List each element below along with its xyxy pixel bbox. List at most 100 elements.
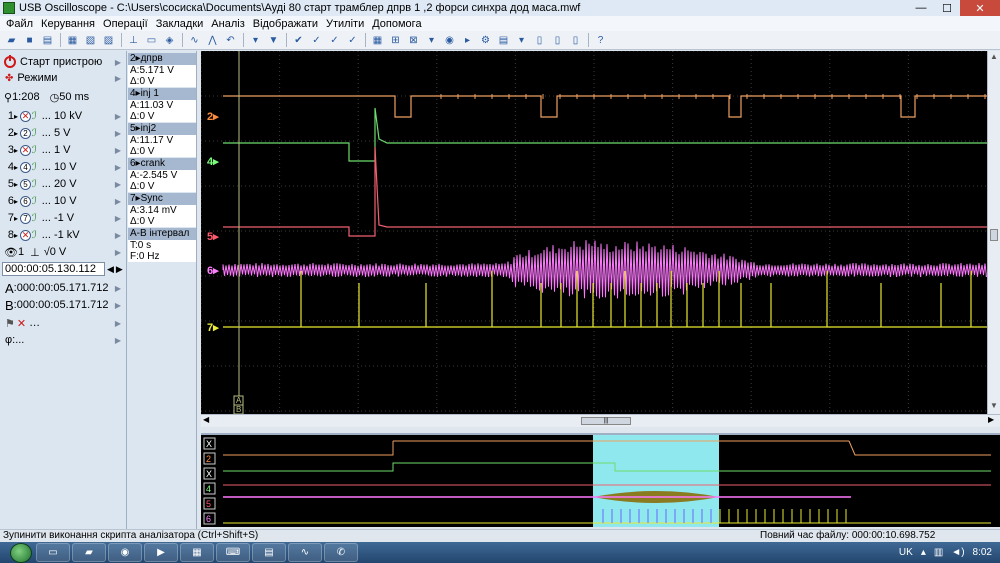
probe-icon[interactable]: ℐ [32, 162, 37, 173]
channel-row[interactable]: 6 ▸ 6 ℐ... 10 V ▶ [0, 193, 127, 209]
panel-right-icon[interactable]: ▯ [567, 33, 584, 48]
zoom-wave-icon[interactable]: ⋀ [204, 33, 221, 48]
maximize-button[interactable]: ☐ [934, 0, 960, 16]
zoom-value[interactable]: 1:208 [12, 91, 40, 103]
modes-button[interactable]: ✤ Режими ▶ [0, 70, 127, 86]
undo-icon[interactable]: ↶ [222, 33, 239, 48]
trigger-row[interactable]: 👁 1 ⊥ √ 0 V ▶ [0, 244, 127, 260]
probe-icon[interactable]: ℐ [32, 179, 37, 190]
menu-control[interactable]: Керування [37, 18, 99, 30]
channel-disabled-icon[interactable]: ✕ [20, 110, 32, 122]
taskbar-chrome-icon[interactable]: ◉ [108, 543, 142, 562]
channel-circle[interactable]: 4 [20, 161, 32, 173]
check-double-icon[interactable]: ✓ [308, 33, 325, 48]
save-icon[interactable]: ■ [21, 33, 38, 48]
probe-icon[interactable]: ℐ [32, 145, 37, 156]
paste-icon[interactable]: ▧ [82, 33, 99, 48]
next-icon[interactable]: ▶ [116, 264, 123, 275]
cut-icon[interactable]: ▨ [100, 33, 117, 48]
channel-info-header[interactable]: 2▸дпрв [128, 53, 196, 65]
overview-panel[interactable]: X 2 X 4 5 6 [201, 433, 1000, 527]
channel-disabled-icon[interactable]: ✕ [20, 229, 32, 241]
channel-row[interactable]: 7 ▸ 7 ℐ... -1 V ▶ [0, 210, 127, 226]
menu-utilities[interactable]: Утиліти [322, 18, 368, 30]
menu-operations[interactable]: Операції [99, 18, 152, 30]
channel-info-header[interactable]: 6▸crank [128, 158, 196, 170]
horizontal-scrollbar[interactable]: ◀ ||| ▶ [201, 414, 1000, 427]
probe-icon[interactable]: ℐ [32, 230, 37, 241]
check-all-icon[interactable]: ✓ [344, 33, 361, 48]
windows-start-button[interactable] [10, 542, 32, 563]
zoom-icon[interactable]: ⊞ [387, 33, 404, 48]
start-device-button[interactable]: Старт пристрою ▶ [0, 53, 127, 71]
timebase-value[interactable]: 50 ms [59, 91, 89, 103]
open-folder-icon[interactable]: ▰ [3, 33, 20, 48]
channel-circle[interactable]: 7 [20, 212, 32, 224]
check-triple-icon[interactable]: ✓ [326, 33, 343, 48]
clock[interactable]: 8:02 [973, 547, 992, 558]
measure-icon[interactable]: ▭ [143, 33, 160, 48]
menu-help[interactable]: Допомога [368, 18, 425, 30]
channel-row[interactable]: 2 ▸ 2 ℐ... 5 V ▶ [0, 125, 127, 141]
taskbar-oscilloscope-icon[interactable]: ∿ [288, 543, 322, 562]
phase-row[interactable]: φ:... ▶ [0, 332, 127, 348]
scroll-up-icon[interactable]: ▲ [990, 52, 998, 61]
layout-dropdown-icon[interactable]: ▾ [513, 33, 530, 48]
channel-row[interactable]: 5 ▸ 5 ℐ... 20 V ▶ [0, 176, 127, 192]
grid-icon[interactable]: ▦ [369, 33, 386, 48]
marker-icon[interactable]: ◈ [161, 33, 178, 48]
panel-left-icon[interactable]: ▯ [531, 33, 548, 48]
taskbar-viber-icon[interactable]: ✆ [324, 543, 358, 562]
close-button[interactable]: ✕ [960, 0, 1000, 16]
menu-analysis[interactable]: Аналіз [207, 18, 248, 30]
probe-icon[interactable]: ℐ [32, 196, 37, 207]
channel-row[interactable]: 8 ▸ ✕ ℐ ... -1 kV ▶ [0, 227, 127, 243]
language-indicator[interactable]: UK [899, 547, 913, 558]
layout-icon[interactable]: ▤ [495, 33, 512, 48]
taskbar-app-icon[interactable]: ▦ [180, 543, 214, 562]
channel-row[interactable]: 3 ▸ ✕ ℐ ... 1 V ▶ [0, 142, 127, 158]
print-icon[interactable]: ▤ [39, 33, 56, 48]
copy-icon[interactable]: ▦ [64, 33, 81, 48]
channel-info-header[interactable]: 7▸Sync [128, 193, 196, 205]
folder-dropdown-icon[interactable]: ▾ [423, 33, 440, 48]
taskbar-folder-icon[interactable]: ▰ [72, 543, 106, 562]
taskbar-explorer-icon[interactable]: ▭ [36, 543, 70, 562]
probe-icon[interactable]: ℐ [32, 213, 37, 224]
channel-row[interactable]: 1 ▸ ✕ ℐ ... 10 kV ▶ [0, 108, 127, 124]
position-field[interactable]: 000:00:05.130.112 [2, 262, 105, 276]
cursor-icon[interactable]: ⊥ [125, 33, 142, 48]
probe-icon[interactable]: ℐ [32, 128, 37, 139]
scroll-right-icon[interactable]: ▶ [988, 415, 994, 424]
taskbar-keyboard-icon[interactable]: ⌨ [216, 543, 250, 562]
help-icon[interactable]: ? [592, 33, 609, 48]
minimize-button[interactable]: — [908, 0, 934, 16]
channel-info-header[interactable]: 5▸inj2 [128, 123, 196, 135]
record-icon[interactable]: ◉ [441, 33, 458, 48]
wave-icon[interactable]: ∿ [186, 33, 203, 48]
channel-circle[interactable]: 6 [20, 195, 32, 207]
probe-icon[interactable]: ℐ [32, 111, 37, 122]
cursor-a-row[interactable]: A :000:00:05.171.712 ▶ [0, 280, 127, 296]
play-icon[interactable]: ▸ [459, 33, 476, 48]
menu-file[interactable]: Файл [2, 18, 37, 30]
menu-view[interactable]: Відображати [249, 18, 322, 30]
taskbar-files-icon[interactable]: ▤ [252, 543, 286, 562]
vertical-scrollbar[interactable]: ▲ ▼ [987, 51, 1000, 414]
scope-display[interactable]: A B 2▸ 4▸ 5▸ 6▸ 7▸ [201, 51, 987, 414]
pin-icon[interactable]: ▼ [265, 33, 282, 48]
check-icon[interactable]: ✔ [290, 33, 307, 48]
tray-expand-icon[interactable]: ▴ [921, 547, 926, 558]
cursor-tools-row[interactable]: ⚑ ✕ … ▶ [0, 315, 127, 331]
channel-disabled-icon[interactable]: ✕ [20, 144, 32, 156]
settings-icon[interactable]: ⚙ [477, 33, 494, 48]
channel-circle[interactable]: 5 [20, 178, 32, 190]
channel-info-header[interactable]: A-B інтервал [128, 228, 196, 240]
panel-mid-icon[interactable]: ▯ [549, 33, 566, 48]
volume-icon[interactable]: ◄) [951, 547, 964, 558]
channel-row[interactable]: 4 ▸ 4 ℐ... 10 V ▶ [0, 159, 127, 175]
taskbar-media-icon[interactable]: ▶ [144, 543, 178, 562]
scroll-down-icon[interactable]: ▼ [990, 401, 998, 410]
channel-info-header[interactable]: 4▸inj 1 [128, 88, 196, 100]
fit-icon[interactable]: ⊠ [405, 33, 422, 48]
